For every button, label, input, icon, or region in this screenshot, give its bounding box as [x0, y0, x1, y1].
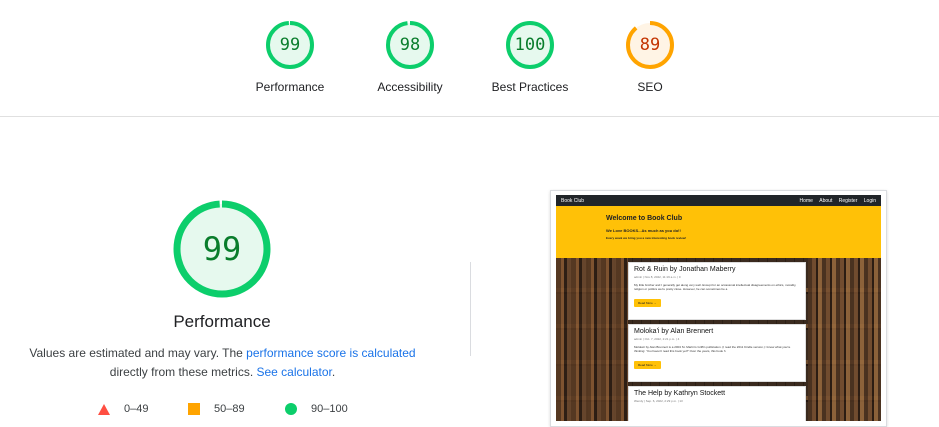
mini-post-body: My little brother and I generally get al… — [634, 283, 797, 291]
best-practices-label: Best Practices — [491, 80, 569, 94]
bookshelf-background: Rot & Ruin by Jonathan Maberry admin | N… — [556, 258, 881, 421]
seo-score: 89 — [639, 35, 661, 55]
orange-square-icon — [188, 403, 200, 415]
performance-title: Performance — [173, 312, 271, 331]
mini-post-card: Rot & Ruin by Jonathan Maberry admin | N… — [628, 262, 806, 320]
green-circle-icon — [285, 403, 297, 415]
seo-label: SEO — [637, 80, 663, 94]
mini-post-title: The Help by Kathryn Stockett — [634, 390, 726, 397]
legend-average: 50–89 — [188, 403, 245, 415]
mini-post-card: The Help by Kathryn Stockett Wendy | Sep… — [628, 386, 806, 421]
accessibility-score: 98 — [399, 35, 421, 55]
best-practices-gauge[interactable]: 100 Best Practices — [470, 20, 590, 94]
page-screenshot-thumbnail[interactable]: Book Club Home About Register Login Welc… — [550, 190, 887, 427]
category-summary: 99 Performance 98 Accessibility 100 Best… — [0, 0, 939, 117]
mini-hero: Welcome to Book Club We Love BOOKS...As … — [556, 206, 881, 258]
accessibility-gauge[interactable]: 98 Accessibility — [350, 20, 470, 94]
mini-nav-home: Home — [799, 197, 813, 204]
performance-main-score: 99 — [202, 230, 242, 268]
mini-post-body: Moloka'i by Alan Brennert is a 2004 St. … — [634, 345, 791, 353]
performance-score-link[interactable]: performance score is calculated — [246, 346, 415, 360]
mini-hero-title: Welcome to Book Club — [606, 215, 683, 222]
legend-pass-label: 90–100 — [311, 403, 348, 415]
mini-post-title: Rot & Ruin by Jonathan Maberry — [634, 266, 736, 273]
mini-read-more: Read More → — [634, 361, 661, 369]
mini-hero-sub: We Love BOOKS...As much as you do!! — [606, 228, 681, 233]
red-triangle-icon — [98, 403, 110, 415]
mini-post-card: Moloka'i by Alan Brennert admin | Oct. 7… — [628, 324, 806, 382]
performance-gauge[interactable]: 99 Performance — [230, 20, 350, 94]
legend-fail-label: 0–49 — [124, 403, 149, 415]
mini-post-meta: Wendy | Sep. 6, 2022, 2:29 p.m. | 13 — [634, 399, 683, 403]
mini-post-meta: admin | Nov 8, 2022, 11:19 a.m. | 0 — [634, 275, 681, 279]
legend-average-label: 50–89 — [214, 403, 245, 415]
mini-read-more: Read More → — [634, 299, 661, 307]
best-practices-score: 100 — [514, 35, 546, 55]
mini-post-title: Moloka'i by Alan Brennert — [634, 328, 714, 335]
performance-description: Values are estimated and may vary. The p… — [20, 344, 425, 382]
desc-text-3: . — [331, 365, 336, 379]
see-calculator-link[interactable]: See calculator — [256, 365, 331, 379]
bookshelf-left — [556, 258, 628, 421]
mini-brand: Book Club — [561, 197, 585, 204]
performance-score: 99 — [279, 35, 301, 55]
performance-label: Performance — [255, 80, 325, 94]
seo-gauge[interactable]: 89 SEO — [590, 20, 710, 94]
mini-navbar: Book Club Home About Register Login — [556, 195, 881, 206]
mini-nav-login: Login — [863, 197, 876, 204]
mini-post-meta: admin | Oct. 7, 2022, 2:21 p.m. | 4 — [634, 337, 680, 341]
mini-nav-links: Home About Register Login — [795, 198, 876, 204]
legend-fail: 0–49 — [98, 403, 148, 415]
performance-main-gauge: 99 — [172, 199, 272, 299]
page-screenshot-content: Book Club Home About Register Login Welc… — [556, 195, 881, 421]
mini-nav-register: Register — [838, 197, 858, 204]
bookshelf-right — [808, 258, 881, 421]
desc-text-1: Values are estimated and may vary. The — [29, 346, 247, 360]
accessibility-label: Accessibility — [377, 80, 443, 94]
section-divider — [470, 262, 471, 356]
desc-text-2: directly from these metrics. — [109, 365, 257, 379]
mini-nav-about: About — [819, 197, 833, 204]
mini-hero-sub2: Every week we bring you a new interestin… — [606, 236, 687, 240]
legend-pass: 90–100 — [285, 403, 348, 415]
